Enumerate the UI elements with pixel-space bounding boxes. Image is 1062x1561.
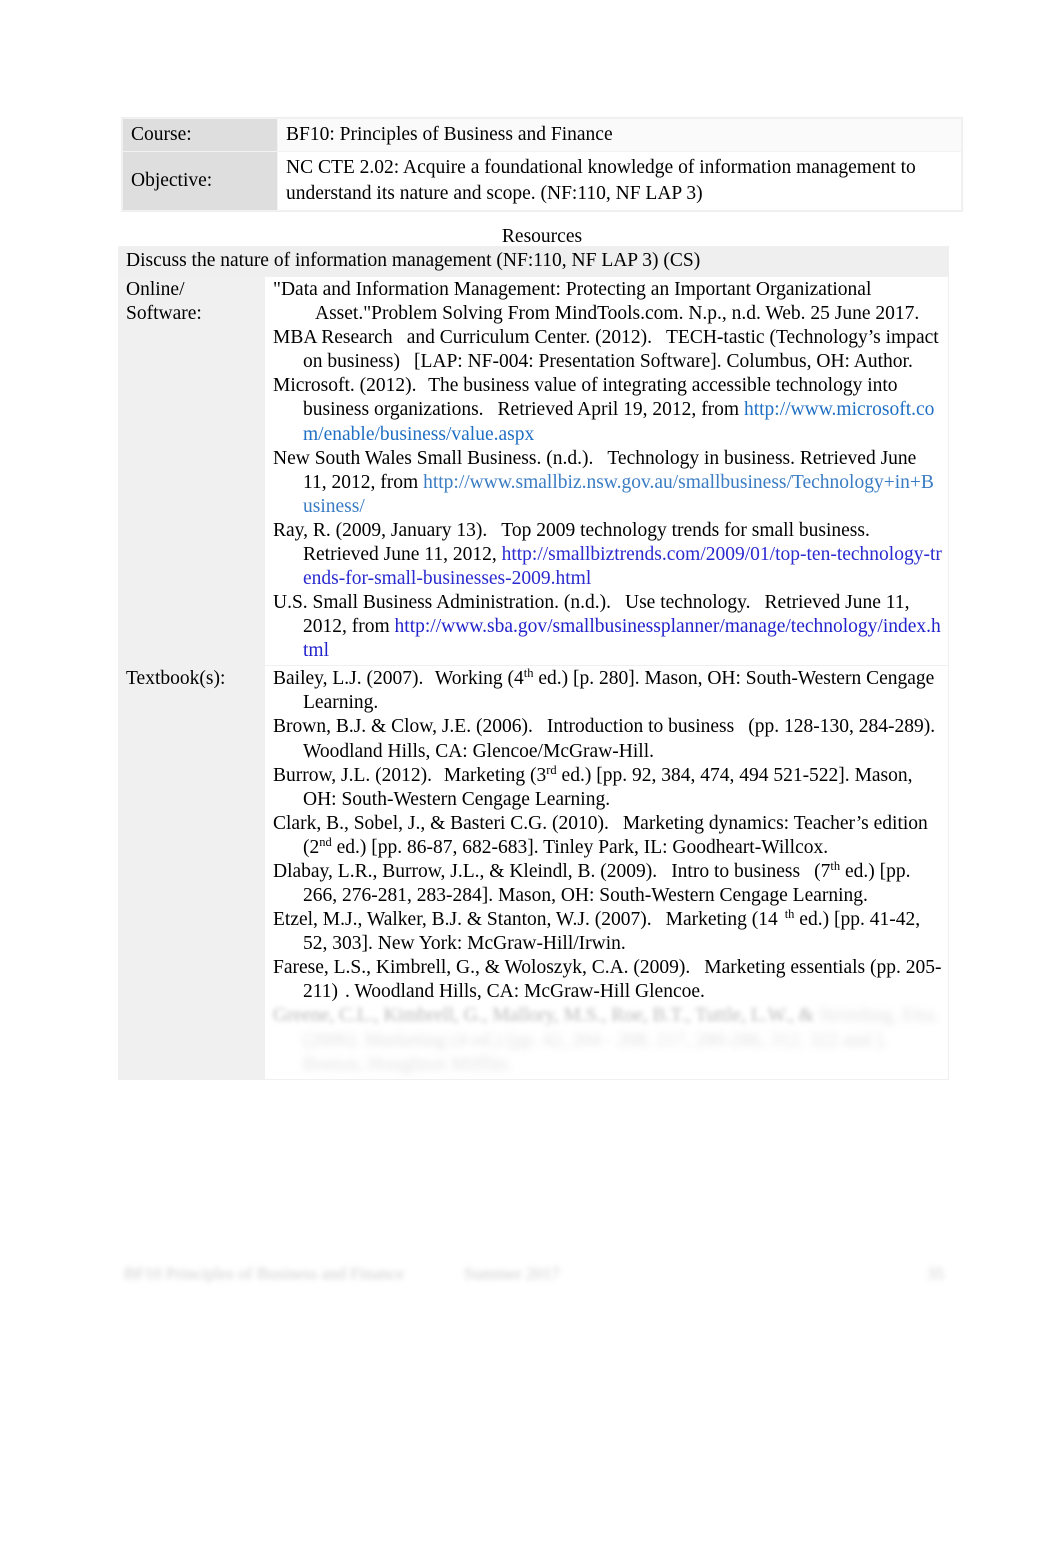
course-objective-table: Course: BF10: Principles of Business and… (122, 118, 962, 211)
citation-part: from (701, 399, 740, 421)
table-row-online: Online/ Software: "Data and Information … (118, 276, 950, 667)
objective-label: Objective: (122, 150, 278, 211)
online-software-label-line2: Software: (126, 303, 202, 325)
resources-table: Discuss the nature of information manage… (117, 245, 950, 1080)
citation-dlabay-burrow-kleindl: Dlabay, L.R., Burrow, J.L., & Kleindl, B… (273, 859, 911, 907)
citation-clark-sobel-basteri: Clark, B., Sobel, J., & Basteri C.G. (20… (273, 812, 928, 858)
citation-part: U.S. Small Business Administration. (n.d… (273, 592, 612, 614)
citation-part: Dlabay, L.R., Burrow, J.L., & Kleindl, B… (273, 860, 658, 882)
citation-part: . Woodland Hills, CA: McGraw-Hill Glenco… (345, 981, 705, 1003)
online-software-label-line1: Online/ (126, 279, 185, 301)
document-page: Course: BF10: Principles of Business and… (0, 0, 1062, 1561)
online-software-label: Online/ Software: (118, 276, 265, 667)
citation-part: Clark, B., Sobel, J., & Basteri C.G. (20… (273, 812, 609, 834)
citation-mindtools: "Data and Information Management: Protec… (273, 278, 942, 326)
citation-line: Greene, C.L., Kimbrell, G., Mallory, M.S… (273, 1005, 814, 1027)
citation-part: and Curriculum Center. (2012). (406, 327, 653, 349)
table-row: Objective: NC CTE 2.02: Acquire a founda… (122, 150, 962, 211)
objective-value: NC CTE 2.02: Acquire a foundational know… (277, 150, 962, 211)
citation-part: Top 2009 technology trends for small (501, 519, 794, 541)
citation-part: Teacher’s edition (793, 812, 928, 834)
citation-part: Intro to business (671, 860, 801, 882)
footer-course-title: BF10 Principles of Business and Finance (124, 1264, 405, 1283)
citation-part: TECH-tastic (666, 327, 765, 349)
table-row: Course: BF10: Principles of Business and… (122, 118, 962, 152)
citation-part: Farese, L.S., Kimbrell, G., & Woloszyk, … (273, 957, 691, 979)
citation-part: Etzel, M.J., Walker, B.J. & Stanton, W.J… (273, 909, 652, 931)
citation-part: Brown, B.J. & Clow, J.E. (2006). (273, 716, 533, 738)
citation-part: ed.) [pp. 86-87, 682-683]. Tinley Park, … (336, 836, 668, 858)
citation-part: Retrieved June 11, 2012, (303, 543, 497, 565)
citation-part: Retrieved (764, 592, 841, 614)
textbook-content: Bailey, L.J. (2007). Working (4th ed.) [… (263, 665, 950, 1080)
citation-part: Marketing essentials (704, 957, 866, 979)
citation-part: (pp. 128-130, (748, 716, 854, 738)
citation-part: Marketing (665, 909, 747, 931)
citation-burrow: Burrow, J.L. (2012). Marketing (3rd ed.)… (273, 762, 913, 810)
citation-part: Learning. (792, 885, 868, 907)
edition-suffix: th (784, 907, 795, 922)
bottom-fade-overlay (112, 1150, 957, 1260)
citation-mba-research: MBA Research and Curriculum Center. (2012… (273, 326, 942, 374)
citation-part: [LAP: NF-004: Presentation (413, 351, 635, 373)
citation-part: Software]. Columbus, OH: Author. (639, 351, 913, 373)
citation-part: Bailey, L.J. (2007). (273, 668, 424, 690)
citation-etzel-walker-stanton: Etzel, M.J., Walker, B.J. & Stanton, W.J… (273, 907, 921, 955)
footer-term: Summer 2017 (464, 1264, 560, 1283)
edition-number: 3 (536, 764, 547, 786)
footer-page-number: 35 (927, 1264, 944, 1283)
edition-number: 7 (820, 860, 831, 882)
citation-part: Technology in business. (607, 447, 796, 469)
edition-suffix: nd (319, 835, 332, 850)
textbook-label: Textbook(s): (118, 665, 265, 1080)
citation-part: Introduction to business (546, 716, 735, 738)
citation-part: Working (434, 668, 503, 690)
course-value: BF10: Principles of Business and Finance (277, 118, 962, 152)
citation-ray-2009: Ray, R. (2009, January 13). Top 2009 tech… (273, 519, 942, 591)
citation-part: business. (798, 519, 870, 541)
citation-part: The business value of integrating access… (428, 375, 771, 397)
citation-part: Marketing (443, 764, 526, 786)
citation-microsoft: Microsoft. (2012). The business value of… (273, 374, 942, 446)
citation-farese-kimbrell-woloszyk: Farese, L.S., Kimbrell, G., & Woloszyk, … (273, 956, 942, 1004)
citation-part: Use technology. (625, 592, 751, 614)
citation-part: Microsoft. (2012). (273, 375, 417, 397)
link-sba[interactable]: http://www.sba.gov/smallbusinessplanner/… (303, 616, 941, 661)
citation-part: ed.) [p. 280]. Mason, OH: South-Western (538, 668, 862, 690)
citation-part: New South Wales Small Business. (n.d.). (273, 447, 594, 469)
table-row-textbook: Textbook(s): Bailey, L.J. (2007). Workin… (118, 665, 950, 1080)
citation-part: ed.) (799, 909, 830, 931)
edition-suffix: th (830, 859, 841, 874)
page-footer: BF10 Principles of Business and Finance … (124, 1264, 944, 1284)
citation-part: ed.) [pp. 92, 384, 474, 494 521-522]. (561, 764, 850, 786)
citation-sba: U.S. Small Business Administration. (n.d… (273, 591, 942, 663)
citation-brown-clow: Brown, B.J. & Clow, J.E. (2006). Introduc… (273, 715, 942, 763)
edition-suffix: th (523, 666, 534, 681)
online-software-content: "Data and Information Management: Protec… (263, 276, 950, 667)
citation-bailey: Bailey, L.J. (2007). Working (4th ed.) [… (273, 666, 935, 714)
citation-part: Marketing dynamics: (622, 812, 790, 834)
edition-suffix: rd (546, 762, 557, 777)
citation-part: Ray, R. (2009, January 13). (273, 519, 488, 541)
citation-line: n.d. Web. 25 June 2017. (731, 303, 920, 325)
citation-part: Retrieved April 19, 2012, (497, 399, 697, 421)
citation-nsw-small-business: New South Wales Small Business. (n.d.). T… (273, 447, 942, 519)
course-label: Course: (122, 118, 278, 152)
citation-part: ed.) (844, 860, 875, 882)
citation-part: MBA Research (273, 327, 393, 349)
resources-banner: Discuss the nature of information manage… (117, 245, 950, 278)
citation-line: "Data and Information Management: Protec… (273, 279, 751, 301)
edition-number: 2 (309, 836, 320, 858)
edition-number: 4 (514, 668, 524, 690)
citation-obscured: Greene, C.L., Kimbrell, G., Mallory, M.S… (273, 1004, 942, 1076)
citation-part: Goodheart-Willcox. (672, 836, 829, 858)
edition-number: 14 (758, 909, 778, 931)
citation-part: Burrow, J.L. (2012). (273, 764, 433, 786)
table-row-banner: Discuss the nature of information manage… (117, 245, 950, 278)
